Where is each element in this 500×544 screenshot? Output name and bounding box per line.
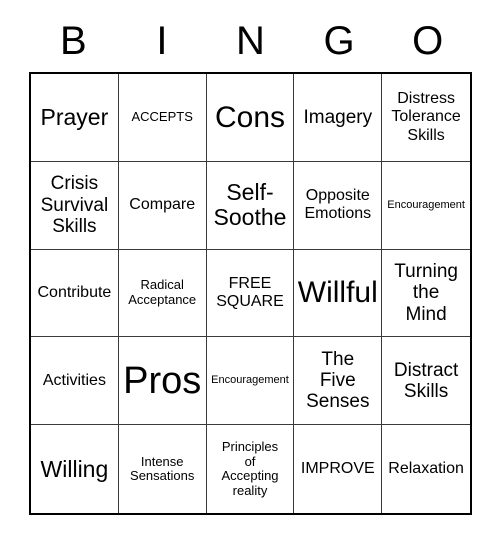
bingo-cell-label: Encouragement xyxy=(211,374,289,387)
bingo-cell-label: Prayer xyxy=(40,103,109,130)
bingo-cell-label: Pros xyxy=(123,359,202,402)
bingo-cell-label: Contribute xyxy=(37,283,112,301)
bingo-cell-r3c5[interactable]: Turning the Mind xyxy=(382,250,470,338)
bingo-header-letter-3: N xyxy=(236,19,265,63)
bingo-cell-r2c1[interactable]: Crisis Survival Skills xyxy=(31,161,119,250)
bingo-cell-label: Opposite Emotions xyxy=(304,186,372,223)
bingo-cell-r3c4[interactable]: Willful xyxy=(294,249,383,338)
bingo-cell-r3c1[interactable]: Contribute xyxy=(31,249,119,338)
bingo-cell-r1c3[interactable]: Cons xyxy=(206,74,295,162)
bingo-cell-r5c1[interactable]: Willing xyxy=(31,425,119,513)
bingo-cell-label: Intense Sensations xyxy=(130,453,195,484)
bingo-cell-r1c1[interactable]: Prayer xyxy=(31,74,119,162)
bingo-cell-r5c2[interactable]: Intense Sensations xyxy=(119,425,207,513)
bingo-cell-r2c5[interactable]: Encouragement xyxy=(382,162,470,250)
bingo-card: B I N G O Prayer ACCEPTS Cons Imagery Distress T… xyxy=(0,0,500,544)
bingo-cell-label: Encouragement xyxy=(387,198,465,211)
bingo-cell-r4c3[interactable]: Encouragement xyxy=(206,337,295,426)
bingo-cell-r4c5[interactable]: Distract Skills xyxy=(382,337,470,426)
bingo-cell-label: FREE SQUARE xyxy=(216,274,284,310)
bingo-cell-label: Cons xyxy=(214,100,286,134)
bingo-cell-label: Activities xyxy=(42,371,106,389)
bingo-cell-r5c4[interactable]: IMPROVE xyxy=(294,425,383,513)
bingo-cell-label: Distract Skills xyxy=(393,359,459,402)
bingo-cell-r4c1[interactable]: Activities xyxy=(31,337,119,426)
bingo-header-letter-2: I xyxy=(156,19,168,63)
bingo-cell-label: Self- Soothe xyxy=(213,179,287,231)
bingo-cell-label: Willing xyxy=(40,455,109,482)
bingo-cell-r3c3[interactable]: FREE SQUARE xyxy=(206,249,295,338)
bingo-cell-label: IMPROVE xyxy=(300,459,375,477)
bingo-cell-label: ACCEPTS xyxy=(131,109,193,125)
bingo-header: BINGO xyxy=(29,16,472,66)
bingo-cell-label: The Five Senses xyxy=(306,348,370,413)
bingo-cell-label: Distress Tolerance Skills xyxy=(391,90,461,144)
bingo-cell-r5c3[interactable]: Principles of Accepting reality xyxy=(207,425,295,513)
bingo-cell-r2c3[interactable]: Self- Soothe xyxy=(206,161,295,250)
bingo-cell-r3c2[interactable]: Radical Acceptance xyxy=(118,249,207,338)
bingo-header-letter-1: B xyxy=(59,19,87,63)
bingo-cell-r4c2[interactable]: Pros xyxy=(118,337,207,426)
bingo-cell-r4c4[interactable]: The Five Senses xyxy=(294,337,383,426)
bingo-cell-label: Principles of Accepting reality xyxy=(221,439,279,498)
bingo-cell-r1c5[interactable]: Distress Tolerance Skills xyxy=(382,74,470,162)
bingo-cell-r2c2[interactable]: Compare xyxy=(118,161,207,250)
bingo-grid: Prayer ACCEPTS Cons Imagery Distress Toleran… xyxy=(29,72,472,515)
bingo-cell-label: Imagery xyxy=(303,106,373,128)
bingo-cell-label: Willful xyxy=(297,276,378,310)
bingo-cell-label: Relaxation xyxy=(388,459,464,477)
bingo-header-letter-5: O xyxy=(412,19,444,63)
bingo-cell-r5c5[interactable]: Relaxation xyxy=(382,425,470,513)
bingo-cell-label: Turning the Mind xyxy=(394,261,458,325)
bingo-cell-r1c4[interactable]: Imagery xyxy=(294,74,383,162)
bingo-cell-r1c2[interactable]: ACCEPTS xyxy=(118,74,207,162)
bingo-cell-label: Compare xyxy=(129,196,196,214)
bingo-cell-label: Radical Acceptance xyxy=(128,277,197,307)
bingo-header-letter-4: G xyxy=(323,19,355,63)
bingo-cell-label: Crisis Survival Skills xyxy=(40,173,109,237)
bingo-cell-r2c4[interactable]: Opposite Emotions xyxy=(294,161,383,250)
